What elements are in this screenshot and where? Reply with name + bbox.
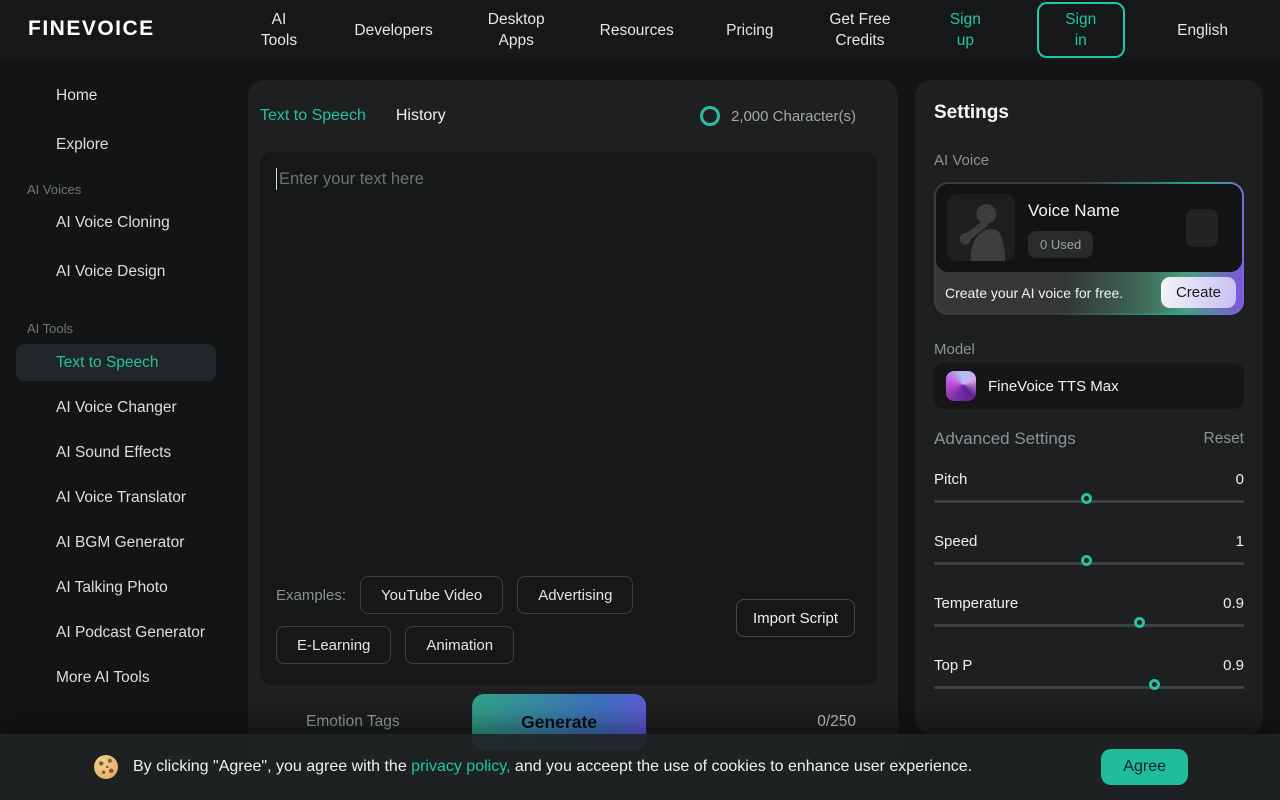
cookie-text-prefix: By clicking "Agree", you agree with the [133,758,411,775]
singer-silhouette-icon [947,194,1015,261]
model-name: FineVoice TTS Max [988,378,1119,395]
voice-promo-strip: Create your AI voice for free. Create [936,272,1242,313]
nav-item-ai-tools[interactable]: AI Tools [256,9,302,51]
voice-promo-text: Create your AI voice for free. [945,285,1123,301]
pitch-label: Pitch [934,471,967,488]
top-p-label: Top P [934,657,972,674]
speed-value: 1 [1236,533,1244,550]
speed-label: Speed [934,533,977,550]
voice-action-button[interactable] [1186,209,1218,247]
sidebar-item-text-to-speech-active[interactable]: Text to Speech [16,344,216,381]
nav-item-pricing[interactable]: Pricing [726,20,773,41]
cookie-consent-bar: By clicking "Agree", you agree with the … [0,734,1280,800]
temperature-slider[interactable] [934,624,1244,627]
sidebar: Home Explore AI Voices AI Voice Cloning … [0,60,248,690]
voice-card-inner: Voice Name 0 Used Create your AI voice f… [936,184,1242,313]
top-p-row: Top P 0.9 [934,655,1244,675]
sidebar-item-ai-podcast-generator[interactable]: AI Podcast Generator [0,621,248,645]
text-to-speech-panel: Text to Speech History 2,000 Character(s… [248,80,898,756]
model-selector[interactable]: FineVoice TTS Max [934,363,1244,409]
sign-in-label: Sign in [1060,9,1102,51]
speed-slider[interactable] [934,562,1244,565]
sidebar-active-label: Text to Speech [16,354,159,372]
tab-history[interactable]: History [396,107,446,125]
temperature-slider-knob[interactable] [1134,617,1145,628]
top-p-slider-knob[interactable] [1149,679,1160,690]
create-voice-button[interactable]: Create [1161,277,1236,308]
sidebar-item-ai-voice-design[interactable]: AI Voice Design [0,260,248,284]
example-e-learning-button[interactable]: E-Learning [276,626,391,664]
cookie-text-suffix: and you acceept the use of cookies to en… [510,758,972,775]
advanced-settings-row: Advanced Settings Reset [934,429,1244,449]
voice-used-badge: 0 Used [1028,231,1093,258]
character-ring-icon [700,106,720,126]
language-selector[interactable]: English [1177,20,1228,41]
temperature-value: 0.9 [1223,595,1244,612]
cookie-icon [94,755,118,779]
editor-placeholder: Enter your text here [279,170,424,189]
voice-avatar [947,194,1015,261]
text-input-area[interactable]: Enter your text here Examples: YouTube V… [260,152,878,685]
model-label: Model [934,341,1244,358]
settings-panel: Settings AI Voice [915,80,1263,735]
top-p-value: 0.9 [1223,657,1244,674]
examples-row: Examples: YouTube Video Advertising E-Le… [276,576,660,664]
text-cursor [276,168,277,190]
brand-logo[interactable]: FINEVOICE [28,17,155,41]
sidebar-item-ai-bgm-generator[interactable]: AI BGM Generator [0,531,248,555]
example-advertising-button[interactable]: Advertising [517,576,633,614]
example-youtube-video-button[interactable]: YouTube Video [360,576,503,614]
advanced-settings-label: Advanced Settings [934,429,1076,449]
sidebar-item-more-ai-tools[interactable]: More AI Tools [0,666,248,690]
sign-in-button[interactable]: Sign in [1037,2,1125,58]
sidebar-item-ai-voice-changer[interactable]: AI Voice Changer [0,396,248,420]
ai-voice-label: AI Voice [934,152,1244,169]
pitch-value: 0 [1236,471,1244,488]
temperature-label: Temperature [934,595,1018,612]
import-script-button[interactable]: Import Script [736,599,855,637]
sidebar-item-ai-sound-effects[interactable]: AI Sound Effects [0,441,248,465]
cookie-consent-text: By clicking "Agree", you agree with the … [133,758,972,776]
character-counter-text: 2,000 Character(s) [731,108,856,125]
sidebar-item-home[interactable]: Home [0,84,248,108]
reset-button[interactable]: Reset [1204,430,1245,448]
pitch-slider-knob[interactable] [1081,493,1092,504]
tab-text-to-speech[interactable]: Text to Speech [260,107,366,125]
pitch-slider[interactable] [934,500,1244,503]
temperature-row: Temperature 0.9 [934,593,1244,613]
sidebar-section-ai-voices: AI Voices [0,181,248,199]
voice-card[interactable]: Voice Name 0 Used Create your AI voice f… [934,182,1244,315]
privacy-policy-link[interactable]: privacy policy, [411,758,510,775]
editor-placeholder-row: Enter your text here [276,168,424,190]
sidebar-item-explore[interactable]: Explore [0,133,248,157]
sidebar-item-ai-voice-translator[interactable]: AI Voice Translator [0,486,248,510]
settings-title: Settings [934,102,1244,124]
nav-item-resources[interactable]: Resources [600,20,674,41]
character-counter: 2,000 Character(s) [700,106,856,126]
sidebar-item-ai-talking-photo[interactable]: AI Talking Photo [0,576,248,600]
sidebar-section-ai-tools: AI Tools [0,320,248,338]
sidebar-item-ai-voice-cloning[interactable]: AI Voice Cloning [0,211,248,235]
main-tabs: Text to Speech History 2,000 Character(s… [260,80,878,152]
voice-card-main: Voice Name 0 Used [936,184,1242,272]
top-navigation-bar: FINEVOICE AI Tools Developers Desktop Ap… [0,0,1280,60]
top-p-slider[interactable] [934,686,1244,689]
nav-links: AI Tools Developers Desktop Apps Resourc… [256,0,1228,60]
example-animation-button[interactable]: Animation [405,626,514,664]
nav-item-get-free-credits[interactable]: Get Free Credits [826,9,894,51]
agree-button[interactable]: Agree [1101,749,1188,785]
voice-name: Voice Name [1028,201,1120,221]
nav-item-desktop-apps[interactable]: Desktop Apps [485,9,547,51]
speed-row: Speed 1 [934,531,1244,551]
emotion-tags-button[interactable]: Emotion Tags [306,713,400,731]
pitch-row: Pitch 0 [934,469,1244,489]
examples-label: Examples: [276,587,346,604]
nav-item-developers[interactable]: Developers [354,20,432,41]
model-icon [946,371,976,401]
emotion-counter: 0/250 [817,713,856,731]
speed-slider-knob[interactable] [1081,555,1092,566]
sign-up-link[interactable]: Sign up [946,9,984,51]
